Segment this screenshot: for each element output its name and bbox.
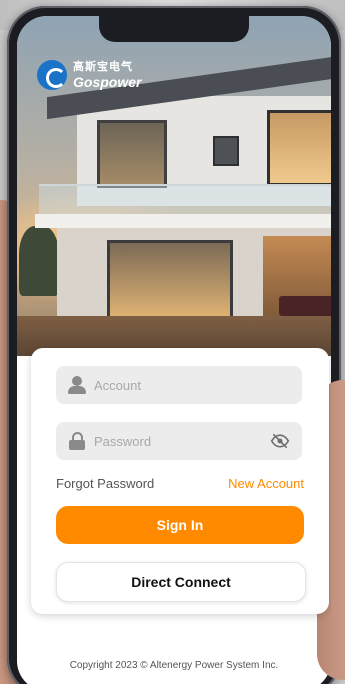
house-window — [213, 136, 239, 166]
house-window — [97, 120, 167, 188]
balcony-railing — [39, 184, 331, 218]
phone-notch — [99, 16, 249, 42]
new-account-link[interactable]: New Account — [228, 476, 304, 491]
gospower-logo-icon — [37, 60, 67, 90]
sofa — [279, 296, 331, 316]
sign-in-button[interactable]: Sign In — [56, 506, 304, 544]
account-placeholder: Account — [94, 377, 141, 393]
brand-name: 高斯宝电气 Gospower — [73, 60, 142, 90]
brand-logo: 高斯宝电气 Gospower — [37, 60, 141, 90]
eye-off-icon[interactable] — [270, 431, 290, 451]
phone-frame: 高斯宝电气 Gospower Account Password Forgot P… — [7, 6, 341, 684]
app-screen: 高斯宝电气 Gospower Account Password Forgot P… — [17, 16, 331, 684]
brand-name-cn: 高斯宝电气 — [73, 60, 133, 73]
password-field[interactable]: Password — [56, 422, 302, 460]
forgot-password-link[interactable]: Forgot Password — [56, 476, 154, 491]
brand-name-en: Gospower — [73, 73, 142, 90]
tree — [19, 226, 59, 296]
direct-connect-button[interactable]: Direct Connect — [56, 562, 306, 602]
account-field[interactable]: Account — [56, 366, 302, 404]
password-placeholder: Password — [94, 433, 152, 449]
login-card: Account Password Forgot Password New Acc… — [31, 348, 329, 614]
house-window — [267, 110, 331, 186]
photo-scene: 高斯宝电气 Gospower Account Password Forgot P… — [0, 0, 345, 684]
lock-icon — [68, 432, 86, 450]
copyright-text: Copyright 2023 © Altenergy Power System … — [69, 660, 279, 671]
account-links: Forgot Password New Account — [56, 474, 304, 492]
house-slab — [35, 214, 331, 228]
house-glass-door — [107, 240, 233, 326]
user-icon — [68, 376, 86, 394]
